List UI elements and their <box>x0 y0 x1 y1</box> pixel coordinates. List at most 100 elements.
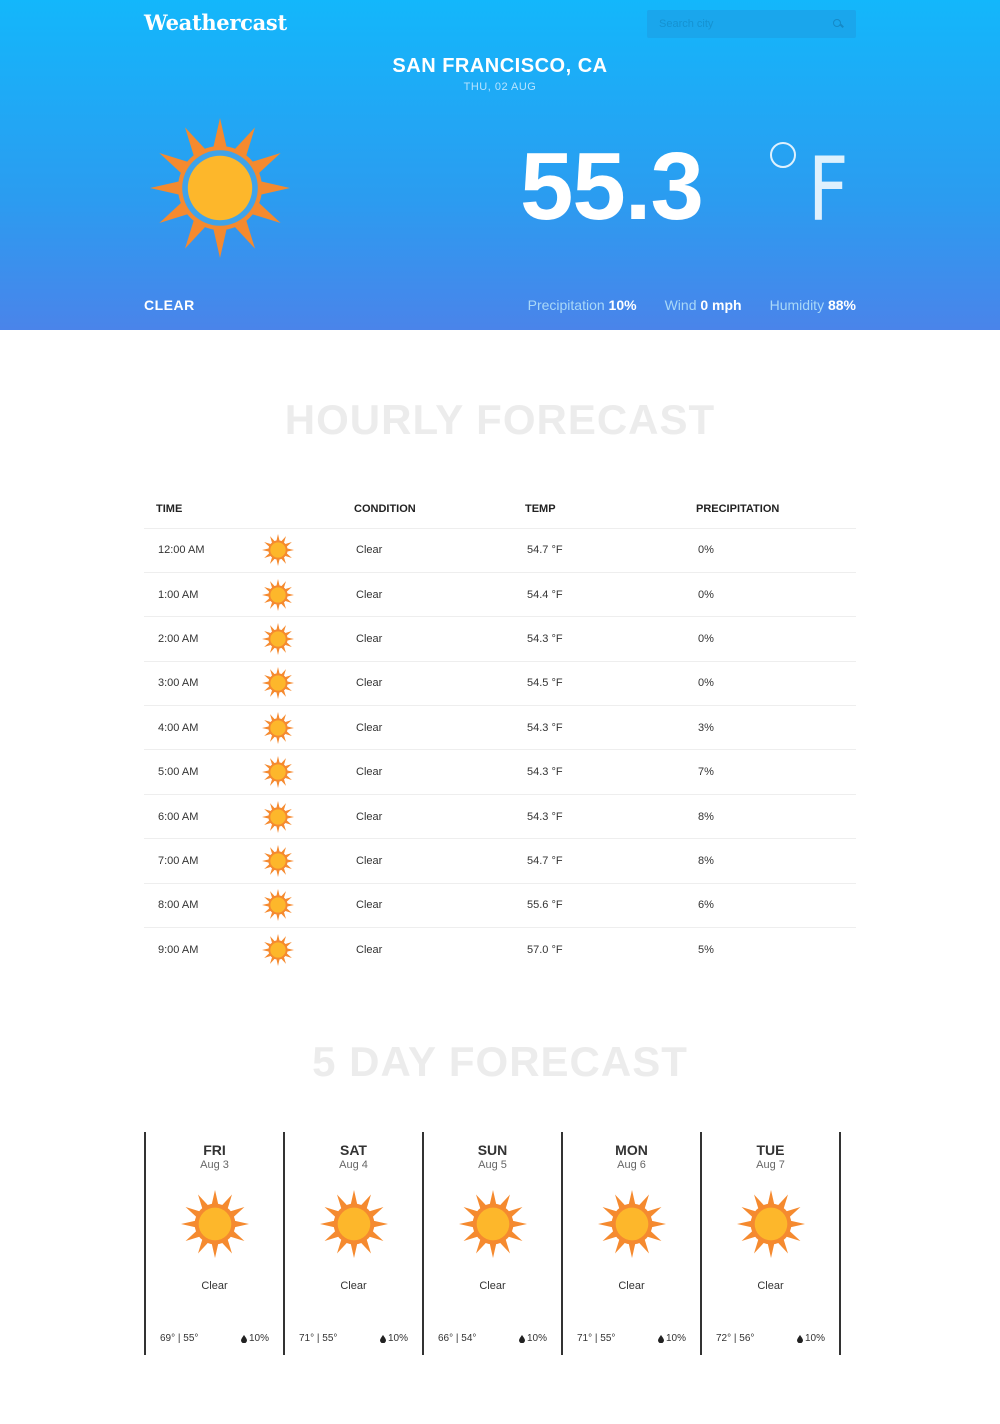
cell-time: 3:00 AM <box>144 661 244 707</box>
cell-time: 12:00 AM <box>144 528 244 573</box>
cell-precipitation: 5% <box>698 943 714 956</box>
cell-icon <box>244 838 342 884</box>
sun-icon <box>262 801 294 833</box>
cell-precipitation: 0% <box>684 528 856 573</box>
day-temp-range: 69° | 55° <box>160 1333 199 1344</box>
cell-precipitation: 3% <box>684 705 856 751</box>
cell-icon <box>244 749 342 795</box>
day-date: Aug 4 <box>339 1159 368 1171</box>
table-row: 8:00 AM Clear 55.6 °F 6% <box>144 883 856 929</box>
cell-condition: Clear <box>342 528 513 573</box>
header-time: TIME <box>144 490 244 529</box>
cell-condition: Clear <box>342 572 513 618</box>
stat-label: Precipitation <box>527 297 605 313</box>
day-card: MON Aug 6 Clear 71° | 55° 10% <box>563 1132 702 1355</box>
sun-icon <box>181 1190 249 1258</box>
day-name: FRI <box>203 1142 226 1158</box>
raindrop-icon <box>796 1334 803 1343</box>
day-precipitation: 10% <box>379 1333 408 1344</box>
raindrop-icon <box>518 1334 525 1343</box>
stat-precipitation: Precipitation 10% <box>528 297 637 313</box>
search-input[interactable] <box>659 18 832 30</box>
sun-icon <box>262 712 294 744</box>
search-icon[interactable] <box>832 18 844 30</box>
table-row: 4:00 AM Clear 54.3 °F 3% <box>144 705 856 751</box>
cell-precipitation: 7% <box>684 749 856 795</box>
cell-precipitation: 6% <box>684 883 856 929</box>
day-condition: Clear <box>618 1280 645 1292</box>
stat-humidity: Humidity 88% <box>770 297 856 313</box>
sun-icon <box>459 1190 527 1258</box>
day-name: SAT <box>340 1142 367 1158</box>
location-date: THU, 02 AUG <box>463 81 537 93</box>
cell-condition: Clear <box>342 749 513 795</box>
day-date: Aug 5 <box>478 1159 507 1171</box>
cell-temp: 54.3 °F <box>513 705 684 751</box>
cell-precipitation: 8% <box>684 794 856 840</box>
day-card: SUN Aug 5 Clear 66° | 54° 10% <box>424 1132 563 1355</box>
cell-temp: 54.3 °F <box>513 749 684 795</box>
cell-precipitation: 0% <box>684 572 856 618</box>
day-precip-value: 10% <box>804 1333 825 1344</box>
day-name: SUN <box>477 1142 508 1158</box>
cell-temp: 54.3 °F <box>513 616 684 662</box>
cell-icon <box>244 705 342 751</box>
stat-label: Humidity <box>769 297 825 313</box>
sun-icon <box>262 623 294 655</box>
day-card: SAT Aug 4 Clear 71° | 55° 10% <box>285 1132 424 1355</box>
cell-time: 8:00 AM <box>144 883 244 929</box>
cell-condition: Clear <box>342 661 513 707</box>
stat-value: 88% <box>827 297 856 313</box>
cell-time: 6:00 AM <box>144 794 244 840</box>
cell-time: 7:00 AM <box>144 838 244 884</box>
day-date: Aug 6 <box>617 1159 646 1171</box>
five-day-forecast-title: 5 DAY FORECAST <box>312 1038 688 1085</box>
stat-value: 0 mph <box>700 297 742 313</box>
cell-time: 1:00 AM <box>144 572 244 618</box>
current-temperature: 55.3 <box>520 133 704 240</box>
cell-time: 9:00 AM <box>158 943 199 956</box>
table-row: 3:00 AM Clear 54.5 °F 0% <box>144 661 856 707</box>
day-temp-range: 71° | 55° <box>299 1333 338 1344</box>
cell-temp: 57.0 °F <box>527 943 563 956</box>
day-condition: Clear <box>201 1280 228 1292</box>
day-temp-range: 66° | 54° <box>438 1333 477 1344</box>
cell-icon <box>244 883 342 929</box>
cell-condition: Clear <box>342 616 513 662</box>
header-temp: TEMP <box>513 490 684 529</box>
day-card: FRI Aug 3 Clear 69° | 55° 10% <box>146 1132 285 1355</box>
day-precip-value: 10% <box>248 1333 269 1344</box>
cell-condition: Clear <box>342 883 513 929</box>
raindrop-icon <box>240 1334 247 1343</box>
sun-icon <box>598 1190 666 1258</box>
stat-label: Wind <box>664 297 697 313</box>
cell-icon <box>244 661 342 707</box>
cell-time: 4:00 AM <box>144 705 244 751</box>
day-name: TUE <box>756 1142 785 1158</box>
sun-icon <box>262 845 294 877</box>
day-name: MON <box>615 1142 648 1158</box>
sun-icon <box>262 756 294 788</box>
cell-condition: Clear <box>342 838 513 884</box>
day-card: TUE Aug 7 Clear 72° | 56° 10% <box>702 1132 841 1355</box>
hourly-forecast-title: HOURLY FORECAST <box>284 396 716 443</box>
table-row: 1:00 AM Clear 54.4 °F 0% <box>144 572 856 618</box>
hourly-forecast-table: TIME CONDITION TEMP PRECIPITATION 12:00 … <box>144 490 856 972</box>
day-condition: Clear <box>757 1280 784 1292</box>
sun-icon <box>262 667 294 699</box>
sun-icon <box>262 889 294 921</box>
day-precip-value: 10% <box>526 1333 547 1344</box>
table-header-row: TIME CONDITION TEMP PRECIPITATION <box>144 490 856 529</box>
table-row: 9:00 AM Clear 57.0 °F 5% <box>144 928 856 972</box>
cell-icon <box>244 572 342 618</box>
stat-value: 10% <box>608 297 637 313</box>
app-logo[interactable]: Weathercast <box>144 10 287 35</box>
cell-precipitation: 8% <box>684 838 856 884</box>
search-box[interactable] <box>647 10 856 38</box>
day-precipitation: 10% <box>796 1333 825 1344</box>
temperature-unit: F <box>808 138 849 241</box>
cell-time: 5:00 AM <box>144 749 244 795</box>
sun-icon <box>320 1190 388 1258</box>
day-precip-value: 10% <box>387 1333 408 1344</box>
current-stats: Precipitation 10% Wind 0 mph Humidity 88… <box>528 297 856 313</box>
